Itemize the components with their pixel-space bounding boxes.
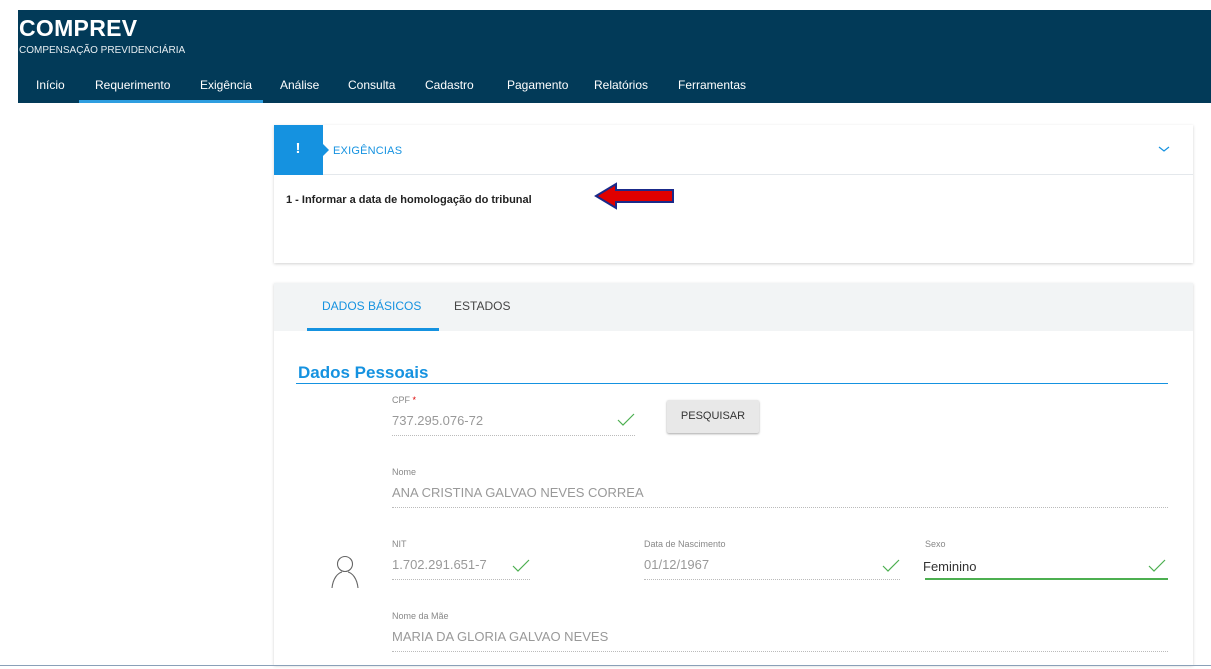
app-subtitle: COMPENSAÇÃO PREVIDENCIÁRIA: [19, 45, 186, 56]
nit-field[interactable]: 1.702.291.651-7: [392, 557, 487, 572]
tab-estados[interactable]: ESTADOS: [454, 299, 510, 313]
badge-pointer-icon: [323, 144, 329, 156]
chevron-down-icon[interactable]: [1156, 141, 1172, 157]
nav-item-ferramentas[interactable]: Ferramentas: [678, 78, 746, 92]
cpf-underline: [392, 435, 635, 436]
nav-item-consulta[interactable]: Consulta: [348, 78, 395, 92]
exigencias-title: EXIGÊNCIAS: [333, 145, 403, 157]
exigencias-header[interactable]: ! EXIGÊNCIAS: [274, 125, 1193, 175]
check-icon: [512, 559, 530, 572]
app-header: COMPREV COMPENSAÇÃO PREVIDENCIÁRIA Iníci…: [18, 10, 1211, 103]
cpf-label: CPF *: [392, 395, 417, 405]
data-nascimento-underline: [644, 579, 900, 580]
sexo-select[interactable]: Feminino: [923, 559, 976, 574]
nome-field[interactable]: ANA CRISTINA GALVAO NEVES CORREA: [392, 485, 644, 500]
exigencia-item: 1 - Informar a data de homologação do tr…: [286, 194, 532, 206]
cpf-field[interactable]: 737.295.076-72: [392, 413, 483, 428]
nav-item-analise[interactable]: Análise: [280, 78, 319, 92]
nav-item-pagamento[interactable]: Pagamento: [507, 78, 568, 92]
check-icon: [617, 413, 635, 426]
nav-item-exigencia[interactable]: Exigência: [200, 78, 252, 92]
tabs-bar: DADOS BÁSICOS ESTADOS: [274, 283, 1193, 331]
tab-active-indicator: [307, 328, 439, 331]
red-arrow-annotation-icon: [594, 182, 674, 210]
nav-item-relatorios[interactable]: Relatórios: [594, 78, 648, 92]
data-nascimento-label: Data de Nascimento: [644, 539, 726, 549]
nit-underline: [392, 579, 530, 580]
sexo-label: Sexo: [925, 539, 946, 549]
nav-active-indicator: [79, 100, 263, 103]
section-divider: [296, 383, 1168, 384]
nit-label: NIT: [392, 539, 407, 549]
dados-panel: DADOS BÁSICOS ESTADOS Dados Pessoais CPF…: [274, 283, 1193, 665]
tab-dados-basicos[interactable]: DADOS BÁSICOS: [322, 299, 421, 313]
section-title: Dados Pessoais: [298, 363, 429, 382]
nome-mae-field[interactable]: MARIA DA GLORIA GALVAO NEVES: [392, 629, 608, 644]
bottom-divider: [0, 665, 1211, 666]
nome-underline: [392, 507, 1168, 508]
nav-item-inicio[interactable]: Início: [36, 78, 65, 92]
nav-item-requerimento[interactable]: Requerimento: [95, 78, 170, 92]
check-icon: [882, 559, 900, 572]
app-title: COMPREV: [19, 15, 138, 41]
exigencias-badge: !: [274, 125, 323, 175]
nav-item-cadastro[interactable]: Cadastro: [425, 78, 474, 92]
data-nascimento-field[interactable]: 01/12/1967: [644, 557, 709, 572]
nome-mae-underline: [392, 651, 1168, 652]
nome-mae-label: Nome da Mãe: [392, 611, 449, 621]
sexo-underline: [925, 578, 1168, 580]
exclamation-icon: !: [295, 140, 301, 157]
exigencias-panel: ! EXIGÊNCIAS 1 - Informar a data de homo…: [274, 125, 1193, 263]
user-avatar-icon: [331, 555, 359, 589]
check-icon: [1148, 559, 1166, 572]
page: COMPREV COMPENSAÇÃO PREVIDENCIÁRIA Iníci…: [0, 0, 1211, 669]
nome-label: Nome: [392, 467, 417, 477]
pesquisar-button[interactable]: PESQUISAR: [667, 400, 759, 433]
required-mark: *: [412, 395, 417, 405]
